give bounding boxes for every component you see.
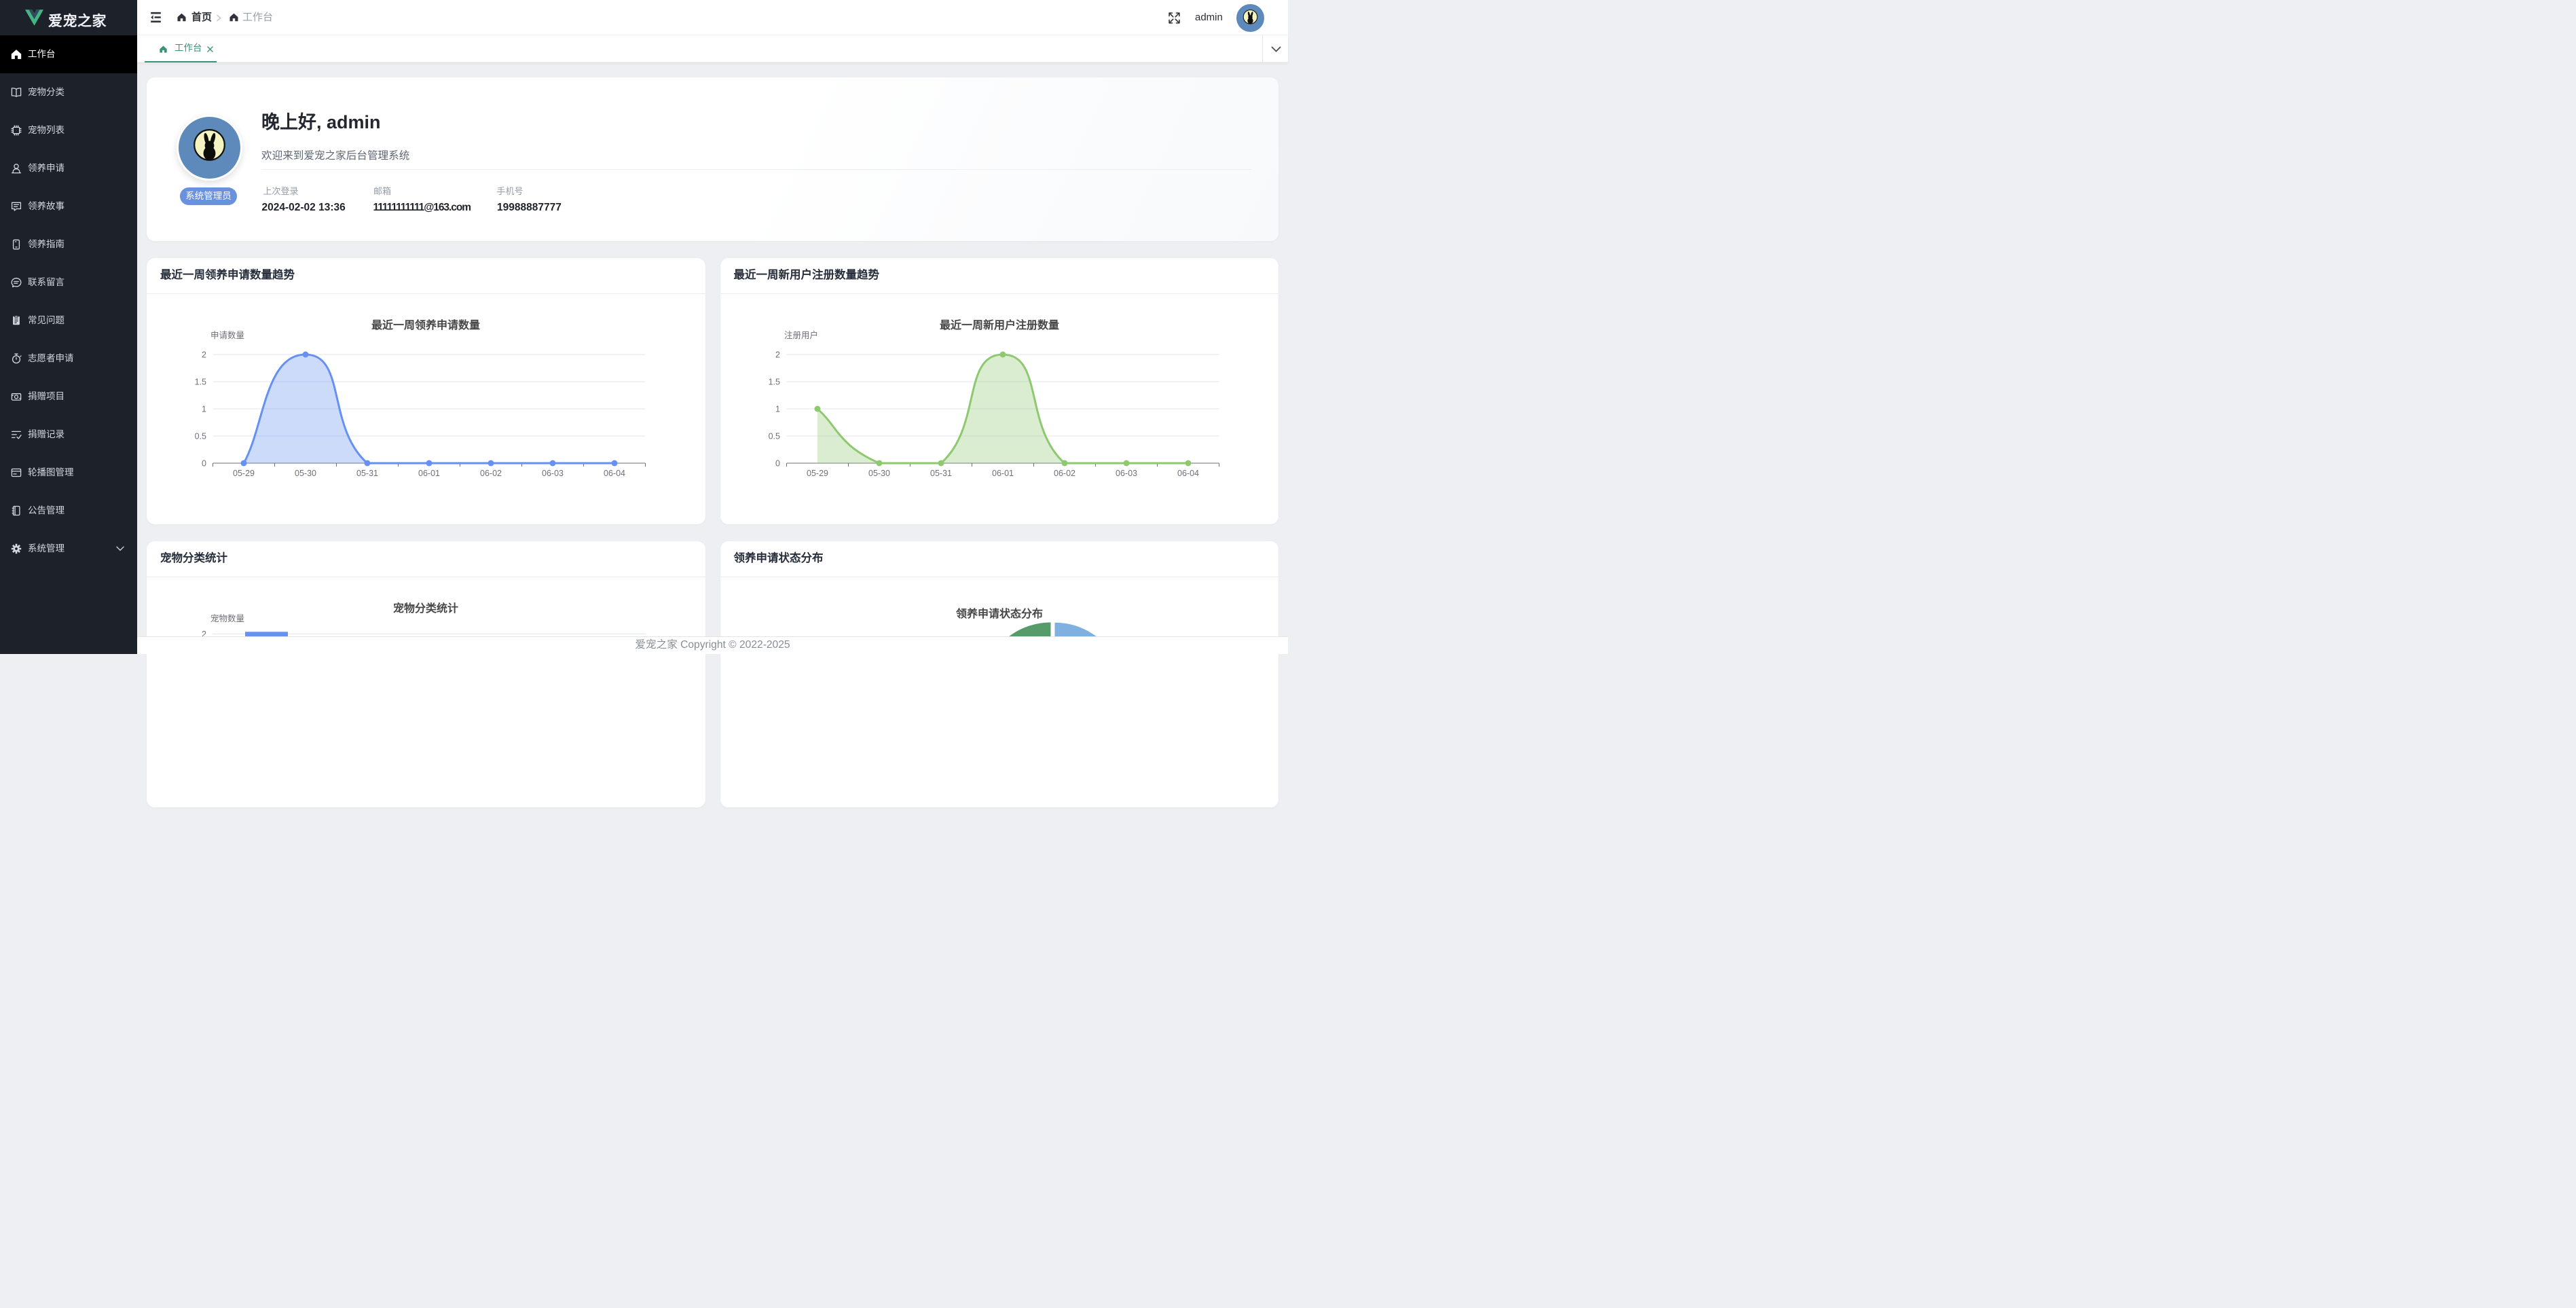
svg-text:06-03: 06-03 [1116, 469, 1137, 478]
svg-text:0: 0 [775, 458, 780, 468]
svg-text:0.5: 0.5 [768, 431, 779, 441]
svg-text:05-31: 05-31 [356, 469, 378, 478]
svg-text:1.5: 1.5 [768, 377, 779, 386]
svg-text:0.5: 0.5 [195, 431, 206, 441]
svg-text:1.5: 1.5 [195, 377, 206, 386]
svg-text:06-01: 06-01 [992, 469, 1014, 478]
svg-text:宠物数量: 宠物数量 [210, 613, 244, 623]
svg-text:最近一周领养申请数量: 最近一周领养申请数量 [371, 319, 480, 331]
svg-text:06-02: 06-02 [1054, 469, 1075, 478]
svg-text:06-02: 06-02 [480, 469, 502, 478]
svg-text:宠物分类统计: 宠物分类统计 [393, 602, 458, 615]
svg-text:06-04: 06-04 [604, 469, 625, 478]
svg-text:06-01: 06-01 [418, 469, 440, 478]
svg-text:1: 1 [775, 404, 780, 414]
svg-text:05-29: 05-29 [233, 469, 255, 478]
svg-text:05-30: 05-30 [295, 469, 316, 478]
svg-text:领养申请状态分布: 领养申请状态分布 [955, 607, 1042, 620]
svg-text:06-04: 06-04 [1177, 469, 1199, 478]
svg-text:注册用户: 注册用户 [784, 330, 818, 340]
svg-text:最近一周新用户注册数量: 最近一周新用户注册数量 [939, 319, 1059, 331]
svg-text:0: 0 [202, 458, 206, 468]
svg-text:05-29: 05-29 [807, 469, 828, 478]
svg-text:申请数量: 申请数量 [210, 330, 244, 340]
svg-text:2: 2 [202, 350, 206, 359]
svg-text:2: 2 [775, 350, 780, 359]
svg-text:05-30: 05-30 [868, 469, 890, 478]
svg-text:05-31: 05-31 [930, 469, 952, 478]
svg-text:06-03: 06-03 [542, 469, 564, 478]
svg-text:1: 1 [202, 404, 206, 414]
